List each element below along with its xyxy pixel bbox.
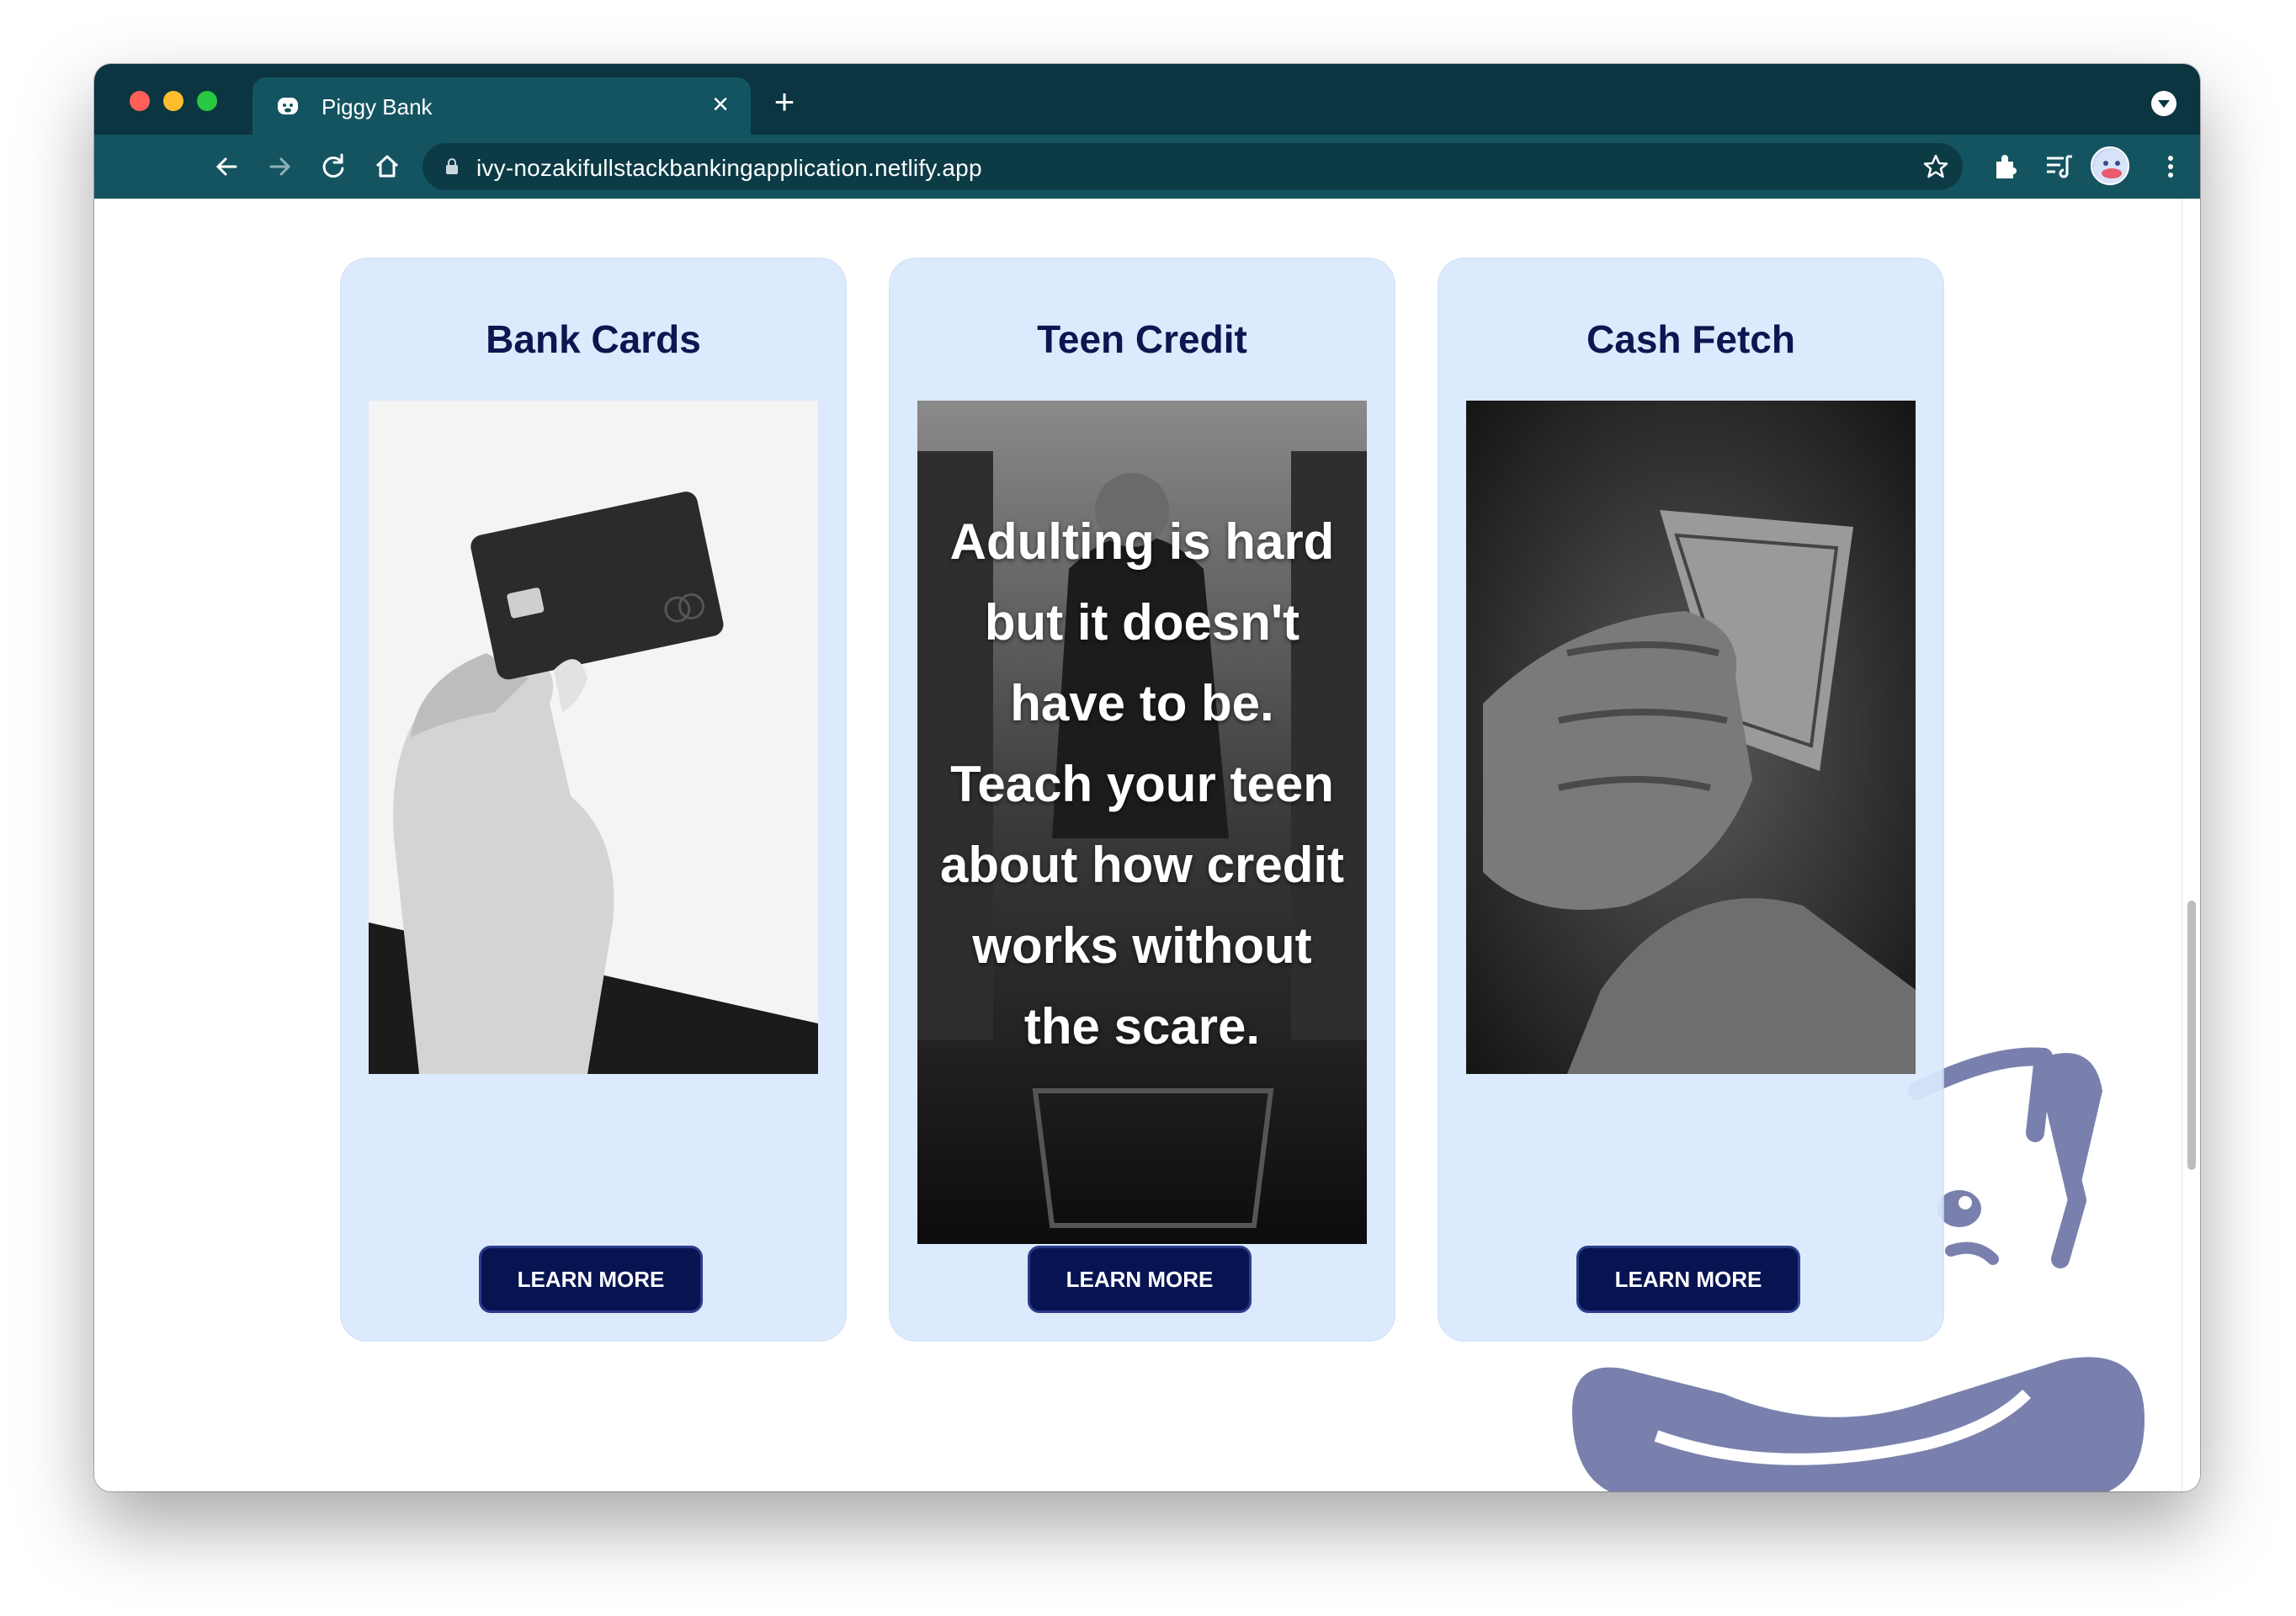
learn-more-button[interactable]: LEARN MORE <box>479 1246 703 1313</box>
card-teen-credit: Teen Credit Adulting is hard but it does… <box>890 259 1394 1340</box>
browser-window: Piggy Bank × + ivy-nozakifullstackbankin… <box>94 64 2200 1491</box>
card-title: Teen Credit <box>1037 317 1247 361</box>
kebab-menu-icon[interactable] <box>2158 146 2183 187</box>
bank-card-photo <box>369 401 818 1074</box>
new-tab-icon[interactable]: + <box>768 84 801 120</box>
teen-credit-photo: Adulting is hard but it doesn't have to … <box>917 401 1367 1244</box>
address-bar[interactable]: ivy-nozakifullstackbankingapplication.ne… <box>423 143 1963 190</box>
teen-credit-overlay-text: Adulting is hard but it doesn't have to … <box>940 513 1344 1055</box>
tab-title: Piggy Bank <box>322 94 433 120</box>
maximize-window-button[interactable] <box>197 91 217 111</box>
page-content: Bank Cards LEARN MORE Teen Credit Adulti… <box>94 199 2200 1491</box>
cash-fetch-photo <box>1466 401 1916 1074</box>
minimize-window-button[interactable] <box>163 91 183 111</box>
learn-more-button[interactable]: LEARN MORE <box>1576 1246 1800 1313</box>
learn-more-button[interactable]: LEARN MORE <box>1028 1246 1252 1313</box>
tab-search-icon[interactable] <box>2151 91 2176 116</box>
piggy-favicon-icon <box>278 98 298 114</box>
extensions-icon[interactable] <box>1988 146 2025 187</box>
lock-icon <box>446 158 458 174</box>
reading-list-icon[interactable] <box>2040 146 2077 187</box>
scrollbar-thumb[interactable] <box>2187 901 2196 1170</box>
reload-icon[interactable] <box>315 148 352 185</box>
card-bank-cards: Bank Cards LEARN MORE <box>342 259 845 1340</box>
url-text: ivy-nozakifullstackbankingapplication.ne… <box>476 155 982 181</box>
bookmark-star-icon[interactable] <box>1919 150 1953 183</box>
close-tab-icon[interactable]: × <box>705 89 736 120</box>
home-icon[interactable] <box>369 148 406 185</box>
forward-icon[interactable] <box>261 148 298 185</box>
scrollbar[interactable] <box>2182 199 2200 1491</box>
active-tab[interactable]: Piggy Bank × <box>252 77 751 135</box>
card-title: Cash Fetch <box>1586 317 1795 361</box>
back-icon[interactable] <box>209 148 246 185</box>
profile-avatar[interactable] <box>2091 146 2129 185</box>
card-title: Bank Cards <box>486 317 701 361</box>
toolbar: ivy-nozakifullstackbankingapplication.ne… <box>94 135 2200 199</box>
tab-bar: Piggy Bank × + <box>94 64 2200 135</box>
card-cash-fetch: Cash Fetch LEARN MORE <box>1439 259 1943 1340</box>
close-window-button[interactable] <box>130 91 150 111</box>
